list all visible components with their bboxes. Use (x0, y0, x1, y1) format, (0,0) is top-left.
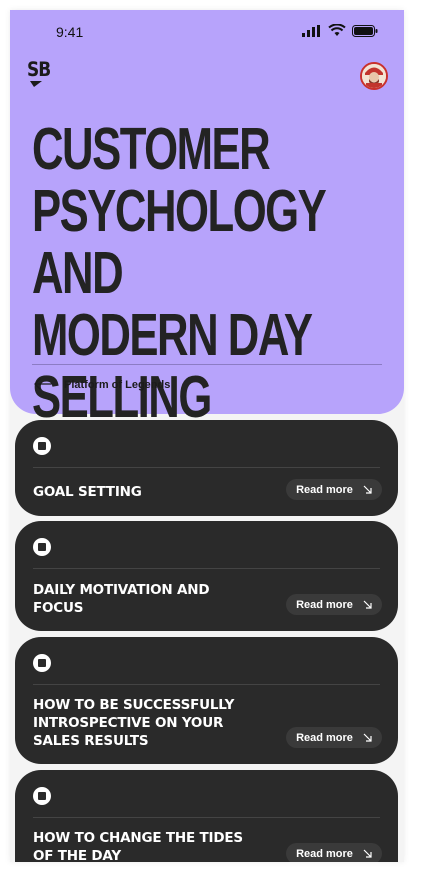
lesson-title: HOW TO CHANGE THE TIDES OF THE DAY (33, 830, 243, 862)
logo-tail-icon (30, 81, 42, 87)
lesson-title: HOW TO BE SUCCESSFULLY INTROSPECTIVE ON … (33, 697, 235, 749)
read-more-label: Read more (296, 483, 353, 496)
avatar[interactable] (360, 62, 388, 90)
stop-square-icon (33, 654, 51, 672)
status-icons (302, 24, 378, 37)
lesson-title: GOAL SETTING (33, 484, 142, 500)
read-more-label: Read more (296, 731, 353, 744)
hero-divider (32, 364, 382, 365)
read-more-button[interactable]: Read more (286, 479, 382, 500)
status-time: 9:41 (56, 24, 84, 40)
arrow-down-right-icon (363, 733, 372, 742)
title-line: SELLING (32, 364, 212, 430)
title-line: PSYCHOLOGY AND (32, 178, 326, 306)
lesson-card[interactable]: DAILY MOTIVATION AND FOCUS Read more (15, 521, 398, 631)
lesson-card[interactable]: GOAL SETTING Read more (15, 420, 398, 516)
arrow-down-right-icon (363, 849, 372, 858)
arrow-down-right-icon (363, 485, 372, 494)
read-more-label: Read more (296, 847, 353, 860)
phone-screen: 9:41 SB CUSTOMER PSYCHOLOGY AND MODERN D… (10, 10, 404, 862)
lesson-card[interactable]: HOW TO BE SUCCESSFULLY INTROSPECTIVE ON … (15, 637, 398, 764)
card-divider (33, 467, 380, 468)
arrow-left-icon[interactable] (34, 378, 52, 390)
read-more-button[interactable]: Read more (286, 594, 382, 615)
read-more-label: Read more (296, 598, 353, 611)
hero-section: 9:41 SB CUSTOMER PSYCHOLOGY AND MODERN D… (10, 10, 404, 428)
arrow-down-right-icon (363, 600, 372, 609)
wifi-icon (328, 24, 346, 36)
lesson-title: DAILY MOTIVATION AND FOCUS (33, 582, 210, 616)
card-divider (33, 817, 380, 818)
stop-square-icon (33, 538, 51, 556)
card-divider (33, 568, 380, 569)
app-logo[interactable]: SB (27, 59, 51, 82)
avatar-image (362, 64, 386, 88)
battery-icon (352, 24, 378, 37)
stop-square-icon (33, 787, 51, 805)
read-more-button[interactable]: Read more (286, 843, 382, 862)
platform-link[interactable]: Platform of Legends (64, 379, 170, 391)
title-line: CUSTOMER (32, 116, 271, 182)
title-line: MODERN DAY (32, 302, 313, 368)
signal-icon (302, 24, 320, 37)
stop-square-icon (33, 437, 51, 455)
read-more-button[interactable]: Read more (286, 727, 382, 748)
lesson-card[interactable]: HOW TO CHANGE THE TIDES OF THE DAY Read … (15, 770, 398, 862)
card-divider (33, 684, 380, 685)
